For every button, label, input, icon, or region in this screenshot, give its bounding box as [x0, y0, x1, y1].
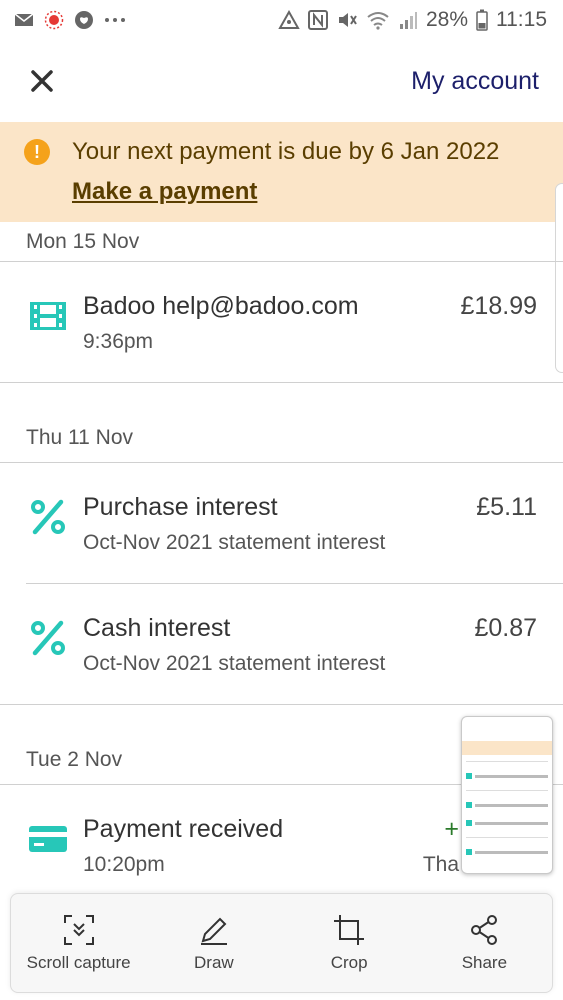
battery-icon: [476, 9, 488, 31]
transaction-amount: £18.99: [460, 292, 537, 320]
status-right: 28% 11:15: [278, 8, 547, 32]
transaction-row[interactable]: Badoo help@badoo.com 9:36pm £18.99: [0, 262, 563, 382]
status-left: [14, 10, 126, 30]
share-label: Share: [461, 953, 508, 972]
heart-icon: [74, 10, 94, 30]
mail-icon: [14, 12, 34, 28]
date-header: Thu 11 Nov: [0, 383, 563, 463]
make-payment-link[interactable]: Make a payment: [72, 178, 257, 206]
screenshot-toolbar: Scroll capture Draw Crop Share: [10, 893, 553, 993]
thumbnail-header: [462, 717, 552, 739]
thumbnail-divider: [466, 837, 548, 838]
more-dots-icon: [104, 17, 126, 23]
thumbnail-banner: [462, 741, 552, 755]
nfc-icon: [307, 10, 328, 30]
transaction-amount: +: [444, 815, 459, 843]
date-header: Mon 15 Nov: [0, 222, 563, 262]
thumbnail-row: [466, 768, 548, 784]
screenshot-thumbnail[interactable]: [461, 716, 553, 874]
draw-button[interactable]: Draw: [154, 913, 274, 973]
notification-icon: [44, 10, 64, 30]
transaction-row[interactable]: Cash interest Oct-Nov 2021 statement int…: [0, 584, 563, 704]
transaction-title: Cash interest: [83, 614, 231, 642]
crop-icon: [332, 913, 366, 947]
percent-icon: [28, 497, 68, 537]
warning-icon: !: [24, 139, 50, 165]
transaction-title: Purchase interest: [83, 493, 278, 521]
transaction-subtitle: 10:20pm: [83, 853, 165, 876]
thumbnail-row: [466, 797, 548, 813]
close-icon: [31, 70, 53, 92]
thumbnail-divider: [466, 790, 548, 791]
percent-icon: [28, 618, 68, 658]
scroll-capture-icon: [62, 913, 96, 947]
payment-due-banner: ! Your next payment is due by 6 Jan 2022…: [0, 122, 563, 222]
scroll-capture-button[interactable]: Scroll capture: [19, 913, 139, 973]
my-account-link[interactable]: My account: [411, 67, 539, 96]
transaction-title: Badoo help@badoo.com: [83, 292, 359, 320]
thumbnail-row: [466, 815, 548, 831]
transaction-title: Payment received: [83, 815, 284, 843]
signal-icon: [398, 10, 418, 30]
transaction-subtitle: Oct-Nov 2021 statement interest: [83, 652, 386, 675]
thumbnail-divider: [466, 761, 548, 762]
share-button[interactable]: Share: [424, 913, 544, 973]
clock: 11:15: [496, 8, 547, 31]
crop-button[interactable]: Crop: [289, 913, 409, 973]
payment-due-message: Your next payment is due by 6 Jan 2022: [72, 138, 500, 165]
film-icon: [28, 296, 68, 336]
scroll-capture-label: Scroll capture: [26, 953, 131, 972]
pencil-icon: [197, 913, 231, 947]
mute-icon: [336, 10, 358, 30]
thumbnail-row: [466, 844, 548, 860]
draw-label: Draw: [194, 953, 234, 972]
transaction-amount: £5.11: [476, 493, 537, 521]
transaction-row[interactable]: Purchase interest Oct-Nov 2021 statement…: [0, 463, 563, 583]
transaction-subtitle: 9:36pm: [83, 330, 154, 353]
wifi-icon: [366, 10, 390, 30]
transaction-subtitle: Oct-Nov 2021 statement interest: [83, 531, 386, 554]
battery-percent: 28%: [425, 8, 468, 31]
close-button[interactable]: [26, 65, 58, 97]
status-bar: 28% 11:15: [0, 0, 563, 40]
transaction-note: Tha: [422, 853, 459, 876]
transaction-amount: £0.87: [474, 614, 537, 642]
share-icon: [467, 913, 501, 947]
header: My account: [0, 40, 563, 122]
card-icon: [28, 819, 68, 859]
crop-label: Crop: [330, 953, 368, 972]
sync-icon: [278, 10, 300, 30]
